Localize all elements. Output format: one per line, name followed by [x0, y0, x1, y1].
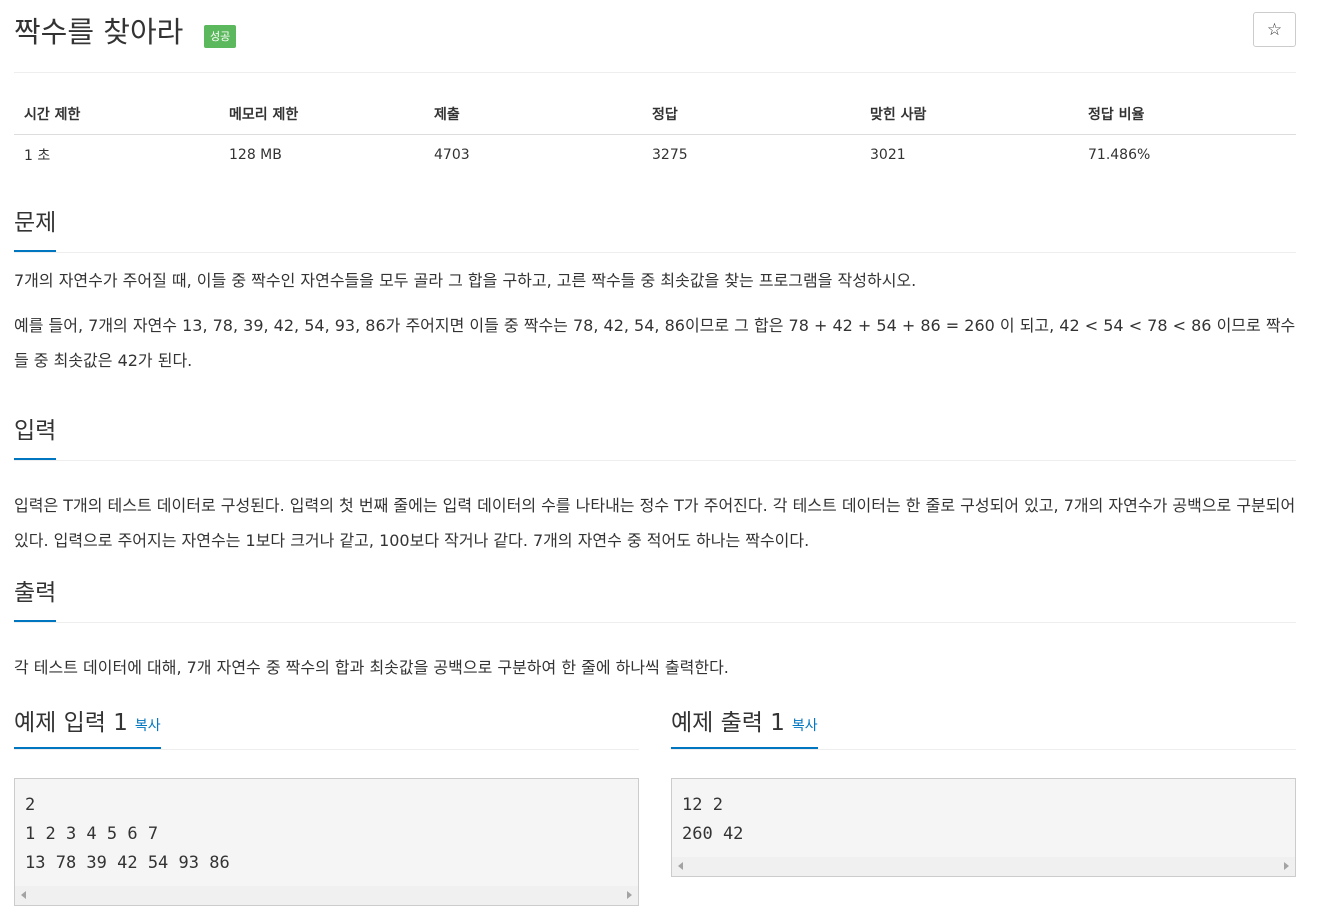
section-headline: 출력 — [14, 578, 1296, 623]
sample-output-title: 예제 출력 1 복사 — [671, 710, 818, 749]
scroll-left-icon[interactable] — [678, 862, 683, 870]
page-header: 짝수를 찾아라 성공 ☆ — [14, 0, 1296, 73]
sample-input-panel: 예제 입력 1 복사 2 1 2 3 4 5 6 7 13 78 39 42 54… — [14, 710, 639, 906]
problem-page: 짝수를 찾아라 성공 ☆ 시간 제한 메모리 제한 제출 정답 맞힌 사람 정답… — [14, 0, 1296, 906]
description-paragraph: 예를 들어, 7개의 자연수 13, 78, 39, 42, 54, 93, 8… — [14, 316, 1296, 370]
copy-sample-output-button[interactable]: 복사 — [792, 718, 818, 734]
problem-description-section: 문제 7개의 자연수가 주어질 때, 이들 중 짝수인 자연수들을 모두 골라 … — [14, 208, 1296, 378]
section-title-description: 문제 — [14, 208, 57, 252]
output-paragraph: 각 테스트 데이터에 대해, 7개 자연수 중 짝수의 합과 최솟값을 공백으로… — [14, 658, 729, 677]
description-paragraph: 7개의 자연수가 주어질 때, 이들 중 짝수인 자연수들을 모두 골라 그 합… — [14, 271, 917, 290]
info-header-accept-ratio: 정답 비율 — [1078, 94, 1296, 135]
section-title-output: 출력 — [14, 578, 57, 622]
problem-input-text: 입력은 T개의 테스트 데이터로 구성된다. 입력의 첫 번째 줄에는 입력 데… — [14, 488, 1296, 558]
problem-info-table: 시간 제한 메모리 제한 제출 정답 맞힌 사람 정답 비율 1 초 128 M… — [14, 94, 1296, 176]
horizontal-scrollbar[interactable] — [672, 857, 1295, 876]
horizontal-scrollbar[interactable] — [15, 886, 638, 905]
page-title: 짝수를 찾아라 — [14, 15, 184, 49]
sample-output-panel: 예제 출력 1 복사 12 2 260 42 — [671, 710, 1296, 877]
star-button[interactable]: ☆ — [1253, 12, 1296, 47]
sample-headline: 예제 출력 1 복사 — [671, 710, 1296, 750]
info-header-accepted: 정답 — [642, 94, 860, 135]
copy-sample-input-button[interactable]: 복사 — [135, 718, 161, 734]
info-header-time-limit: 시간 제한 — [14, 94, 219, 135]
problem-output-section: 출력 각 테스트 데이터에 대해, 7개 자연수 중 짝수의 합과 최솟값을 공… — [14, 578, 1296, 685]
sample-output-data: 12 2 260 42 — [682, 795, 744, 844]
sample-output-box: 12 2 260 42 — [671, 778, 1296, 877]
problem-description-text: 7개의 자연수가 주어질 때, 이들 중 짝수인 자연수들을 모두 골라 그 합… — [14, 263, 1296, 378]
sample-input-data: 2 1 2 3 4 5 6 7 13 78 39 42 54 93 86 — [25, 795, 230, 873]
problem-input-section: 입력 입력은 T개의 테스트 데이터로 구성된다. 입력의 첫 번째 줄에는 입… — [14, 416, 1296, 558]
info-value-accepted: 3275 — [642, 134, 860, 176]
sample-headline: 예제 입력 1 복사 — [14, 710, 639, 750]
input-paragraph: 입력은 T개의 테스트 데이터로 구성된다. 입력의 첫 번째 줄에는 입력 데… — [14, 496, 1296, 550]
info-header-memory-limit: 메모리 제한 — [219, 94, 424, 135]
info-table-row: 1 초 128 MB 4703 3275 3021 71.486% — [14, 134, 1296, 176]
info-value-solved-users: 3021 — [860, 134, 1078, 176]
sample-input-label: 예제 입력 1 — [14, 710, 128, 736]
info-value-accept-ratio: 71.486% — [1078, 134, 1296, 176]
info-header-solved-users: 맞힌 사람 — [860, 94, 1078, 135]
sample-output-label: 예제 출력 1 — [671, 710, 785, 736]
section-headline: 문제 — [14, 208, 1296, 253]
section-title-input: 입력 — [14, 416, 57, 460]
info-value-time-limit: 1 초 — [14, 134, 219, 176]
info-header-submissions: 제출 — [424, 94, 642, 135]
scroll-right-icon[interactable] — [1284, 862, 1289, 870]
star-icon: ☆ — [1266, 20, 1283, 40]
sample-input-box: 2 1 2 3 4 5 6 7 13 78 39 42 54 93 86 — [14, 778, 639, 906]
info-table-header-row: 시간 제한 메모리 제한 제출 정답 맞힌 사람 정답 비율 — [14, 94, 1296, 135]
info-value-submissions: 4703 — [424, 134, 642, 176]
scroll-left-icon[interactable] — [21, 891, 26, 899]
problem-output-text: 각 테스트 데이터에 대해, 7개 자연수 중 짝수의 합과 최솟값을 공백으로… — [14, 650, 1296, 685]
result-badge: 성공 — [204, 25, 237, 48]
section-headline: 입력 — [14, 416, 1296, 461]
sample-input-title: 예제 입력 1 복사 — [14, 710, 161, 749]
info-value-memory-limit: 128 MB — [219, 134, 424, 176]
scroll-right-icon[interactable] — [627, 891, 632, 899]
